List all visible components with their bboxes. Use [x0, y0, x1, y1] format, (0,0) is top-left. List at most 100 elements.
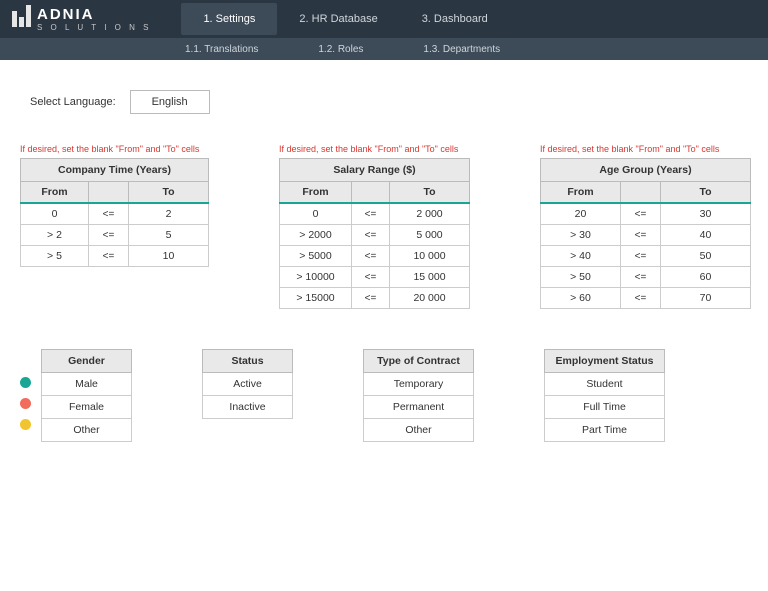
cell-from[interactable]: > 15000	[280, 288, 352, 309]
table-row: Temporary	[364, 373, 474, 396]
category-table: Employment StatusStudentFull TimePart Ti…	[544, 349, 665, 442]
table-title: Company Time (Years)	[21, 159, 209, 182]
table-row: Male	[42, 373, 132, 396]
col-op	[621, 182, 661, 204]
range-table: Company Time (Years)FromTo0<=2> 2<=5> 5<…	[20, 158, 209, 267]
cell-to[interactable]: 10 000	[390, 246, 470, 267]
cell-to[interactable]: 40	[661, 225, 751, 246]
subnav-item[interactable]: 1.2. Roles	[318, 44, 363, 55]
subnav-item[interactable]: 1.1. Translations	[185, 44, 258, 55]
cell-value[interactable]: Temporary	[364, 373, 474, 396]
logo-icon	[12, 11, 31, 27]
cell-to[interactable]: 50	[661, 246, 751, 267]
cell-to[interactable]: 70	[661, 288, 751, 309]
category-table: GenderMaleFemaleOther	[41, 349, 132, 442]
cell-value[interactable]: Other	[364, 419, 474, 442]
cell-from[interactable]: > 2000	[280, 225, 352, 246]
table-title: Gender	[42, 350, 132, 373]
topnav-item[interactable]: 3. Dashboard	[400, 3, 510, 35]
topnav-item[interactable]: 1. Settings	[181, 3, 277, 35]
cell-op: <=	[621, 246, 661, 267]
table-row: > 30<=40	[541, 225, 751, 246]
cell-op: <=	[621, 203, 661, 225]
table-row: > 60<=70	[541, 288, 751, 309]
table-row: > 40<=50	[541, 246, 751, 267]
cell-op: <=	[89, 246, 129, 267]
cell-value[interactable]: Active	[203, 373, 293, 396]
subnav-item[interactable]: 1.3. Departments	[423, 44, 500, 55]
table-row: > 10000<=15 000	[280, 267, 470, 288]
table-row: > 50<=60	[541, 267, 751, 288]
col-to: To	[129, 182, 209, 204]
table-title: Status	[203, 350, 293, 373]
cell-value[interactable]: Male	[42, 373, 132, 396]
subnav: 1.1. Translations 1.2. Roles 1.3. Departme…	[0, 38, 768, 60]
table-row: 0<=2 000	[280, 203, 470, 225]
cell-from[interactable]: > 50	[541, 267, 621, 288]
logo: ADNIA S O L U T I O N S	[0, 7, 163, 32]
legend-dot	[20, 398, 31, 409]
cell-op: <=	[352, 288, 390, 309]
cell-op: <=	[621, 288, 661, 309]
table-row: Inactive	[203, 396, 293, 419]
cell-value[interactable]: Female	[42, 396, 132, 419]
cell-op: <=	[352, 246, 390, 267]
cell-from[interactable]: > 60	[541, 288, 621, 309]
cell-value[interactable]: Permanent	[364, 396, 474, 419]
cell-op: <=	[352, 225, 390, 246]
col-from: From	[541, 182, 621, 204]
cell-from[interactable]: 0	[21, 203, 89, 225]
legend-dots	[20, 377, 31, 442]
table-title: Age Group (Years)	[541, 159, 751, 182]
table-row: > 2000<=5 000	[280, 225, 470, 246]
cell-to[interactable]: 2	[129, 203, 209, 225]
cell-from[interactable]: > 5000	[280, 246, 352, 267]
col-to: To	[661, 182, 751, 204]
cell-from[interactable]: > 40	[541, 246, 621, 267]
cell-value[interactable]: Student	[545, 373, 665, 396]
language-select[interactable]: English	[130, 90, 210, 114]
language-row: Select Language: English	[30, 90, 758, 114]
cell-to[interactable]: 5 000	[390, 225, 470, 246]
cell-to[interactable]: 5	[129, 225, 209, 246]
table-row: > 5<=10	[21, 246, 209, 267]
table-row: > 5000<=10 000	[280, 246, 470, 267]
table-row: Active	[203, 373, 293, 396]
table-row: > 15000<=20 000	[280, 288, 470, 309]
legend-dot	[20, 377, 31, 388]
cell-to[interactable]: 15 000	[390, 267, 470, 288]
cell-value[interactable]: Other	[42, 419, 132, 442]
category-table: StatusActiveInactive	[202, 349, 293, 419]
cell-value[interactable]: Inactive	[203, 396, 293, 419]
col-from: From	[280, 182, 352, 204]
cell-to[interactable]: 60	[661, 267, 751, 288]
col-op	[352, 182, 390, 204]
legend-dot	[20, 419, 31, 430]
cell-value[interactable]: Full Time	[545, 396, 665, 419]
col-to: To	[390, 182, 470, 204]
table-row: > 2<=5	[21, 225, 209, 246]
topnav-item[interactable]: 2. HR Database	[277, 3, 399, 35]
cell-to[interactable]: 30	[661, 203, 751, 225]
table-row: Female	[42, 396, 132, 419]
table-title: Employment Status	[545, 350, 665, 373]
cell-from[interactable]: > 30	[541, 225, 621, 246]
logo-sub: S O L U T I O N S	[37, 24, 151, 32]
table-row: 20<=30	[541, 203, 751, 225]
topnav: 1. Settings2. HR Database3. Dashboard	[181, 3, 509, 35]
range-table: Salary Range ($)FromTo0<=2 000> 2000<=5 …	[279, 158, 470, 309]
table-title: Type of Contract	[364, 350, 474, 373]
cell-from[interactable]: > 10000	[280, 267, 352, 288]
cell-to[interactable]: 20 000	[390, 288, 470, 309]
topbar: ADNIA S O L U T I O N S 1. Settings2. HR…	[0, 0, 768, 38]
cell-to[interactable]: 10	[129, 246, 209, 267]
category-table: Type of ContractTemporaryPermanentOther	[363, 349, 474, 442]
cell-to[interactable]: 2 000	[390, 203, 470, 225]
table-row: Part Time	[545, 419, 665, 442]
cell-from[interactable]: > 2	[21, 225, 89, 246]
language-label: Select Language:	[30, 96, 116, 108]
cell-value[interactable]: Part Time	[545, 419, 665, 442]
cell-from[interactable]: 20	[541, 203, 621, 225]
cell-from[interactable]: 0	[280, 203, 352, 225]
cell-from[interactable]: > 5	[21, 246, 89, 267]
